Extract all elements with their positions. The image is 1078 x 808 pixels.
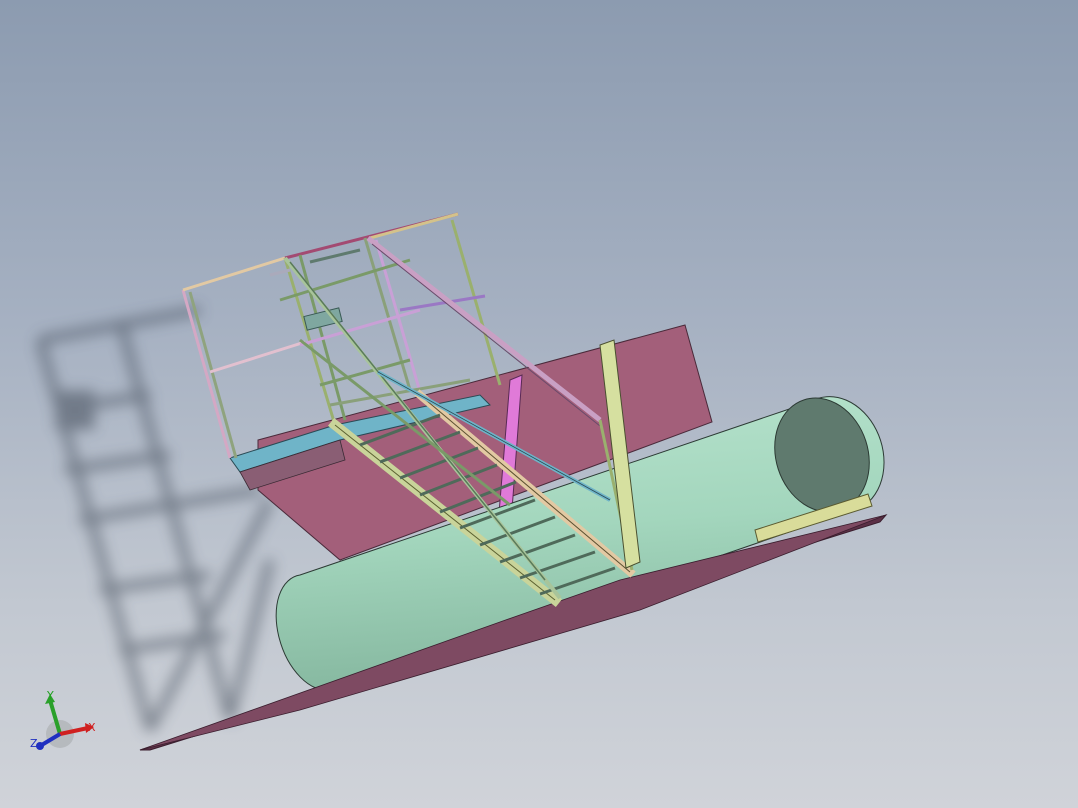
- axis-z-label: Z: [30, 737, 38, 750]
- background-shadow: [35, 305, 275, 733]
- axis-x-label: X: [88, 721, 96, 734]
- view-triad[interactable]: Y X Z: [28, 688, 104, 756]
- cad-viewport[interactable]: Y X Z: [0, 0, 1078, 808]
- model-scene[interactable]: [0, 0, 1078, 808]
- axis-y-label: Y: [47, 689, 54, 702]
